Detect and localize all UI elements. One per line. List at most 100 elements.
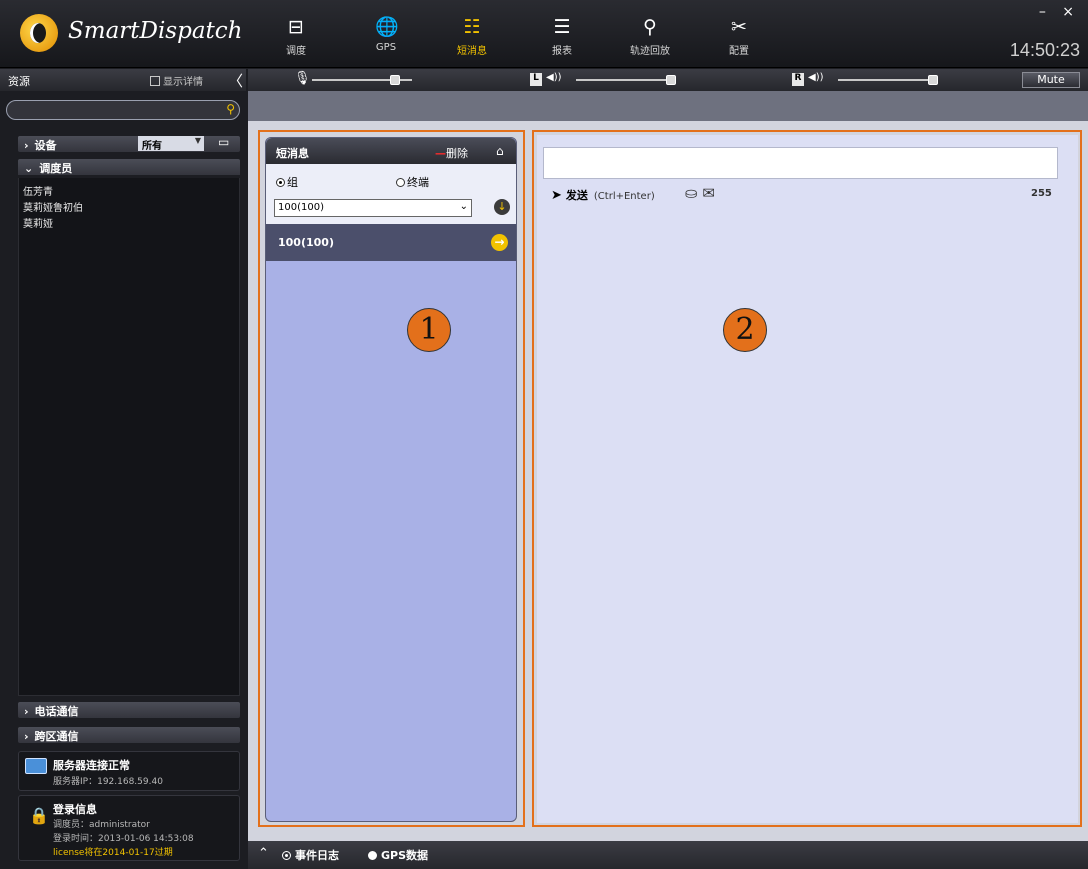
server-ip-label: 服务器IP： <box>53 777 98 787</box>
monitor-icon[interactable]: ▭ <box>218 135 229 149</box>
mic-volume-knob[interactable] <box>390 75 400 85</box>
nav-config-label: 配置 <box>729 46 749 57</box>
group-phone-label: 电话通信 <box>34 705 79 718</box>
nav-track-playback[interactable]: ⚲ 轨迹回放 <box>620 8 680 64</box>
send-label: 发送 <box>565 189 588 202</box>
chevron-up-icon[interactable]: ⌃ <box>258 846 269 861</box>
server-status-title: 服务器连接正常 <box>53 759 130 772</box>
group-dispatchers-label: 调度员 <box>39 162 73 175</box>
audio-control-bar: 🎙 L ◀)) R ◀)) <box>248 69 1088 91</box>
speaker-right-icon: ◀)) <box>808 72 824 83</box>
content-header-strip <box>248 91 1088 121</box>
resource-search[interactable]: ⚲ <box>6 100 240 120</box>
globe-icon: 🌐 <box>375 16 399 38</box>
left-volume-slider[interactable] <box>576 79 672 81</box>
right-volume-slider[interactable] <box>838 79 934 81</box>
add-target-icon[interactable]: ↓ <box>494 199 510 215</box>
gps-data-label: GPS数据 <box>381 849 429 862</box>
nav-gps-label: GPS <box>375 42 397 53</box>
chevron-right-icon: › <box>24 705 29 718</box>
message-compose-panel <box>537 135 1078 823</box>
gps-data-option[interactable]: GPS数据 <box>368 847 428 863</box>
login-info-title: 登录信息 <box>53 803 97 816</box>
radio-terminal-label: 终端 <box>407 176 429 189</box>
event-log-label: 事件日志 <box>295 849 339 862</box>
dropdown-arrow-icon: ⌄ <box>459 201 468 212</box>
clear-icon[interactable]: ⌂ <box>496 144 504 158</box>
window-controls[interactable]: – × <box>1039 4 1080 20</box>
show-details-checkbox[interactable]: 显示详情 <box>150 73 203 88</box>
target-item-label: 100(100) <box>278 236 334 249</box>
resource-sidebar: 资源 显示详情 〈 ⚲ › 设备 所有 ▼ ▭ ⌄ 调度员 伍芳青 莫莉娅鲁初伯 莫莉… <box>0 69 246 869</box>
nav-dispatch[interactable]: ⊟ 调度 <box>266 8 326 64</box>
left-channel-badge: L <box>530 73 542 86</box>
login-dispatcher-label: 调度员： <box>53 820 90 830</box>
report-icon: ☰ <box>553 16 571 38</box>
right-channel-badge: R <box>792 73 804 86</box>
microphone-icon: 🎙 <box>294 71 311 86</box>
radio-terminal[interactable]: 终端 <box>396 174 429 190</box>
list-item[interactable]: 莫莉娅 <box>23 215 53 230</box>
server-status: 服务器连接正常 服务器IP：192.168.59.40 <box>18 751 240 791</box>
send-button[interactable]: ➤ 发送 (Ctrl+Enter) <box>551 187 655 203</box>
login-dispatcher-value: administrator <box>89 820 150 830</box>
group-dispatchers[interactable]: ⌄ 调度员 <box>18 159 240 175</box>
list-item[interactable]: 100(100) <box>266 224 516 261</box>
delete-button[interactable]: —删除 <box>435 145 468 161</box>
server-ip: 服务器IP：192.168.59.40 <box>53 774 163 787</box>
dropdown-arrow-icon: ▼ <box>194 136 201 145</box>
track-playback-icon: ⚲ <box>643 16 657 38</box>
delete-label: 删除 <box>446 147 468 160</box>
sidebar-title: 资源 <box>8 75 30 88</box>
nav-dispatch-label: 调度 <box>286 46 306 57</box>
group-phone[interactable]: › 电话通信 <box>18 702 240 718</box>
dispatch-icon: ⊟ <box>288 16 304 38</box>
show-details-label: 显示详情 <box>163 77 203 88</box>
lock-icon: 🔒 <box>29 806 49 825</box>
arrow-right-icon[interactable]: → <box>491 234 508 251</box>
list-item[interactable]: 伍芳青 <box>23 183 53 198</box>
top-toolbar: SmartDispatch ⊟ 调度 🌐 GPS ☷ 短消息 ☰ 报表 ⚲ 轨迹… <box>0 0 1088 68</box>
download-icon[interactable]: ⛀ <box>685 184 698 202</box>
server-ip-value: 192.168.59.40 <box>97 777 163 787</box>
chevron-down-icon: ⌄ <box>24 162 34 175</box>
group-devices[interactable]: › 设备 所有 ▼ ▭ <box>18 135 240 152</box>
left-volume-knob[interactable] <box>666 75 676 85</box>
right-volume-knob[interactable] <box>928 75 938 85</box>
nav-config[interactable]: ✂ 配置 <box>709 8 769 64</box>
radio-group-label: 组 <box>287 176 298 189</box>
group-select[interactable]: 100(100) ⌄ <box>274 199 472 217</box>
app-logo: SmartDispatch <box>0 0 248 68</box>
event-log-option[interactable]: 事件日志 <box>282 847 339 863</box>
nav-messages-label: 短消息 <box>457 46 487 57</box>
bottom-bar: ⌃ 事件日志 GPS数据 <box>248 841 1088 869</box>
message-input[interactable] <box>543 147 1058 179</box>
nav-gps[interactable]: 🌐 GPS <box>356 8 416 64</box>
list-item[interactable]: 莫莉娅鲁初伯 <box>23 199 83 214</box>
radio-selected-icon <box>282 851 291 860</box>
radio-group[interactable]: 组 <box>276 174 298 190</box>
send-icon: ➤ <box>551 188 562 203</box>
speaker-left-icon: ◀)) <box>546 72 562 83</box>
group-devices-label: 设备 <box>34 139 57 152</box>
tools-icon: ✂ <box>731 16 747 38</box>
logo-mark-icon <box>20 14 58 52</box>
collapse-sidebar-icon[interactable]: 〈 <box>228 70 243 91</box>
mail-icon[interactable]: ✉ <box>702 184 715 202</box>
message-panel-header: 短消息 <box>266 138 516 164</box>
clock: 14:50:23 <box>1009 40 1080 60</box>
chevron-right-icon: › <box>24 139 29 152</box>
message-panel-title: 短消息 <box>276 147 309 160</box>
login-time: 登录时间：2013-01-06 14:53:08 <box>53 831 194 844</box>
annotation-marker-1: 1 <box>407 308 451 352</box>
search-icon[interactable]: ⚲ <box>226 102 235 116</box>
device-filter-select[interactable]: 所有 ▼ <box>138 136 204 152</box>
nav-reports[interactable]: ☰ 报表 <box>532 8 592 64</box>
group-cross-region[interactable]: › 跨区通信 <box>18 727 240 743</box>
radio-selected-icon <box>276 178 285 187</box>
search-input[interactable] <box>17 103 207 117</box>
mute-button[interactable]: Mute <box>1022 72 1080 88</box>
minus-icon: — <box>435 147 446 160</box>
nav-messages[interactable]: ☷ 短消息 <box>442 8 502 64</box>
nav-reports-label: 报表 <box>552 46 572 57</box>
